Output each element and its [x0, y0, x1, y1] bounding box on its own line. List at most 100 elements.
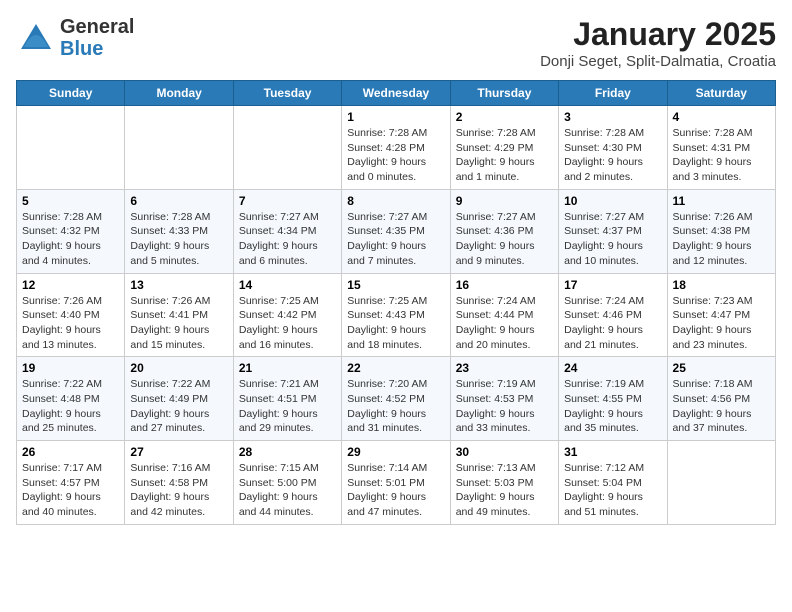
calendar-cell: 29 Sunrise: 7:14 AMSunset: 5:01 PMDayligh…	[342, 441, 450, 525]
day-info: Sunrise: 7:26 AMSunset: 4:38 PMDaylight:…	[673, 210, 770, 269]
calendar-cell: 5 Sunrise: 7:28 AMSunset: 4:32 PMDaylight…	[17, 189, 125, 273]
day-number: 8	[347, 194, 444, 208]
day-info: Sunrise: 7:20 AMSunset: 4:52 PMDaylight:…	[347, 377, 444, 436]
day-info: Sunrise: 7:15 AMSunset: 5:00 PMDaylight:…	[239, 461, 336, 520]
calendar-cell: 2Sunrise: 7:28 AMSunset: 4:29 PMDaylight…	[450, 106, 558, 190]
day-number: 12	[22, 278, 119, 292]
calendar-cell: 14Sunrise: 7:25 AMSunset: 4:42 PMDayligh…	[233, 273, 341, 357]
calendar-cell: 11 Sunrise: 7:26 AMSunset: 4:38 PMDayligh…	[667, 189, 775, 273]
calendar-week-row: 26 Sunrise: 7:17 AMSunset: 4:57 PMDayligh…	[17, 441, 776, 525]
calendar-cell: 6 Sunrise: 7:28 AMSunset: 4:33 PMDaylight…	[125, 189, 233, 273]
calendar-cell: 27 Sunrise: 7:16 AMSunset: 4:58 PMDayligh…	[125, 441, 233, 525]
day-info: Sunrise: 7:22 AMSunset: 4:49 PMDaylight:…	[130, 377, 227, 436]
day-info: Sunrise: 7:19 AMSunset: 4:53 PMDaylight:…	[456, 377, 553, 436]
day-number: 30	[456, 445, 553, 459]
day-number: 10	[564, 194, 661, 208]
calendar-cell: 21Sunrise: 7:21 AMSunset: 4:51 PMDayligh…	[233, 357, 341, 441]
calendar-cell: 3 Sunrise: 7:28 AMSunset: 4:30 PMDaylight…	[559, 106, 667, 190]
day-number: 7	[239, 194, 336, 208]
day-info: Sunrise: 7:28 AMSunset: 4:30 PMDaylight:…	[564, 126, 661, 185]
calendar-cell: 30 Sunrise: 7:13 AMSunset: 5:03 PMDayligh…	[450, 441, 558, 525]
day-info: Sunrise: 7:26 AMSunset: 4:40 PMDaylight:…	[22, 294, 119, 353]
weekday-header: Friday	[559, 81, 667, 106]
calendar-week-row: 1 Sunrise: 7:28 AMSunset: 4:28 PMDaylight…	[17, 106, 776, 190]
day-number: 3	[564, 110, 661, 124]
calendar-cell	[667, 441, 775, 525]
logo: General Blue	[16, 16, 134, 60]
day-number: 24	[564, 361, 661, 375]
day-number: 23	[456, 361, 553, 375]
day-number: 28	[239, 445, 336, 459]
day-number: 21	[239, 361, 336, 375]
page-header: General Blue January 2025 Donji Seget, S…	[16, 16, 776, 70]
calendar-subtitle: Donji Seget, Split-Dalmatia, Croatia	[540, 53, 776, 70]
day-info: Sunrise: 7:16 AMSunset: 4:58 PMDaylight:…	[130, 461, 227, 520]
day-number: 22	[347, 361, 444, 375]
day-info: Sunrise: 7:14 AMSunset: 5:01 PMDaylight:…	[347, 461, 444, 520]
calendar-cell: 26 Sunrise: 7:17 AMSunset: 4:57 PMDayligh…	[17, 441, 125, 525]
day-info: Sunrise: 7:18 AMSunset: 4:56 PMDaylight:…	[673, 377, 770, 436]
title-block: January 2025 Donji Seget, Split-Dalmatia…	[540, 16, 776, 70]
day-info: Sunrise: 7:12 AMSunset: 5:04 PMDaylight:…	[564, 461, 661, 520]
calendar-cell: 10Sunrise: 7:27 AMSunset: 4:37 PMDayligh…	[559, 189, 667, 273]
day-number: 5	[22, 194, 119, 208]
day-number: 17	[564, 278, 661, 292]
day-number: 11	[673, 194, 770, 208]
calendar-table: SundayMondayTuesdayWednesdayThursdayFrid…	[16, 80, 776, 525]
day-number: 9	[456, 194, 553, 208]
day-number: 20	[130, 361, 227, 375]
day-number: 14	[239, 278, 336, 292]
day-info: Sunrise: 7:28 AMSunset: 4:28 PMDaylight:…	[347, 126, 444, 185]
day-info: Sunrise: 7:24 AMSunset: 4:46 PMDaylight:…	[564, 294, 661, 353]
day-number: 29	[347, 445, 444, 459]
calendar-cell: 15Sunrise: 7:25 AMSunset: 4:43 PMDayligh…	[342, 273, 450, 357]
weekday-header: Wednesday	[342, 81, 450, 106]
calendar-cell: 25 Sunrise: 7:18 AMSunset: 4:56 PMDayligh…	[667, 357, 775, 441]
day-number: 13	[130, 278, 227, 292]
day-info: Sunrise: 7:27 AMSunset: 4:35 PMDaylight:…	[347, 210, 444, 269]
day-number: 27	[130, 445, 227, 459]
weekday-header-row: SundayMondayTuesdayWednesdayThursdayFrid…	[17, 81, 776, 106]
day-info: Sunrise: 7:28 AMSunset: 4:32 PMDaylight:…	[22, 210, 119, 269]
calendar-cell: 9 Sunrise: 7:27 AMSunset: 4:36 PMDaylight…	[450, 189, 558, 273]
calendar-cell	[17, 106, 125, 190]
day-info: Sunrise: 7:25 AMSunset: 4:43 PMDaylight:…	[347, 294, 444, 353]
day-info: Sunrise: 7:17 AMSunset: 4:57 PMDaylight:…	[22, 461, 119, 520]
weekday-header: Thursday	[450, 81, 558, 106]
calendar-cell: 23 Sunrise: 7:19 AMSunset: 4:53 PMDayligh…	[450, 357, 558, 441]
calendar-week-row: 19Sunrise: 7:22 AMSunset: 4:48 PMDayligh…	[17, 357, 776, 441]
day-info: Sunrise: 7:23 AMSunset: 4:47 PMDaylight:…	[673, 294, 770, 353]
day-number: 31	[564, 445, 661, 459]
calendar-cell: 4Sunrise: 7:28 AMSunset: 4:31 PMDaylight…	[667, 106, 775, 190]
calendar-cell	[233, 106, 341, 190]
day-number: 1	[347, 110, 444, 124]
calendar-cell: 18 Sunrise: 7:23 AMSunset: 4:47 PMDayligh…	[667, 273, 775, 357]
day-info: Sunrise: 7:28 AMSunset: 4:33 PMDaylight:…	[130, 210, 227, 269]
calendar-cell: 28 Sunrise: 7:15 AMSunset: 5:00 PMDayligh…	[233, 441, 341, 525]
logo-blue: Blue	[60, 38, 103, 60]
calendar-cell: 13 Sunrise: 7:26 AMSunset: 4:41 PMDayligh…	[125, 273, 233, 357]
day-info: Sunrise: 7:24 AMSunset: 4:44 PMDaylight:…	[456, 294, 553, 353]
weekday-header: Saturday	[667, 81, 775, 106]
day-info: Sunrise: 7:13 AMSunset: 5:03 PMDaylight:…	[456, 461, 553, 520]
day-number: 6	[130, 194, 227, 208]
day-number: 25	[673, 361, 770, 375]
day-info: Sunrise: 7:19 AMSunset: 4:55 PMDaylight:…	[564, 377, 661, 436]
calendar-cell: 24 Sunrise: 7:19 AMSunset: 4:55 PMDayligh…	[559, 357, 667, 441]
day-number: 16	[456, 278, 553, 292]
weekday-header: Sunday	[17, 81, 125, 106]
calendar-cell: 17 Sunrise: 7:24 AMSunset: 4:46 PMDayligh…	[559, 273, 667, 357]
day-info: Sunrise: 7:27 AMSunset: 4:36 PMDaylight:…	[456, 210, 553, 269]
day-info: Sunrise: 7:22 AMSunset: 4:48 PMDaylight:…	[22, 377, 119, 436]
calendar-cell: 22 Sunrise: 7:20 AMSunset: 4:52 PMDayligh…	[342, 357, 450, 441]
day-number: 18	[673, 278, 770, 292]
day-info: Sunrise: 7:28 AMSunset: 4:29 PMDaylight:…	[456, 126, 553, 185]
calendar-title: January 2025	[540, 16, 776, 53]
day-info: Sunrise: 7:28 AMSunset: 4:31 PMDaylight:…	[673, 126, 770, 185]
calendar-cell: 16 Sunrise: 7:24 AMSunset: 4:44 PMDayligh…	[450, 273, 558, 357]
weekday-header: Monday	[125, 81, 233, 106]
calendar-cell	[125, 106, 233, 190]
day-info: Sunrise: 7:26 AMSunset: 4:41 PMDaylight:…	[130, 294, 227, 353]
calendar-week-row: 12 Sunrise: 7:26 AMSunset: 4:40 PMDayligh…	[17, 273, 776, 357]
day-number: 26	[22, 445, 119, 459]
